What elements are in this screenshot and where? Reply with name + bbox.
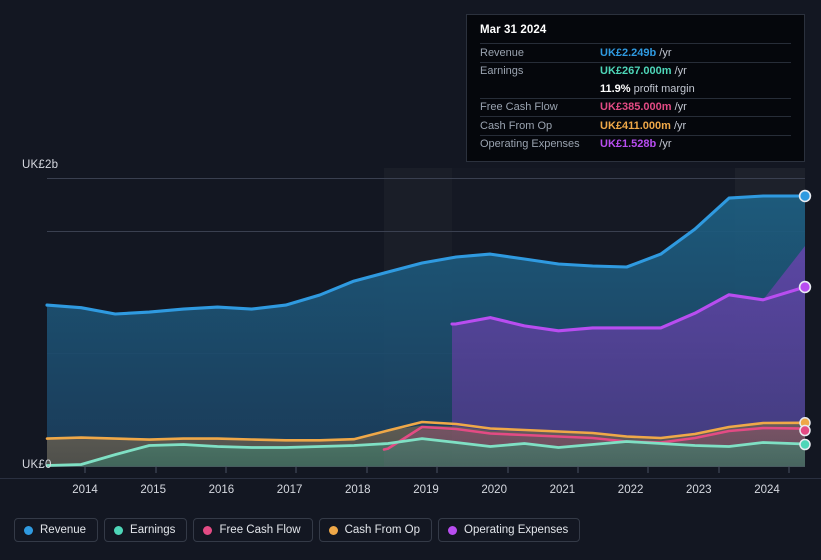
- tooltip-row: Cash From Op UK£411.000m/yr: [480, 116, 791, 135]
- tooltip-row-value: UK£267.000m/yr: [600, 65, 687, 78]
- tooltip-row-label: Free Cash Flow: [480, 101, 558, 114]
- legend-item-label: Earnings: [130, 524, 176, 536]
- x-axis-tick-2014: 2014: [72, 484, 98, 496]
- x-axis-tick-2019: 2019: [413, 484, 439, 496]
- legend-color-dot: [203, 525, 213, 535]
- tooltip-row: Earnings UK£267.000m/yr: [480, 61, 791, 81]
- tooltip-row-suffix: /yr: [659, 138, 672, 151]
- y-axis-label-bottom: UK£0: [22, 459, 52, 471]
- tooltip-row-label: Earnings: [480, 65, 524, 78]
- legend-color-dot: [448, 525, 458, 535]
- legend-item-operating-expenses[interactable]: Operating Expenses: [438, 518, 581, 542]
- legend-item-free-cash-flow[interactable]: Free Cash Flow: [193, 518, 313, 542]
- tooltip-row: Free Cash Flow UK£385.000m/yr: [480, 97, 791, 117]
- legend-item-earnings[interactable]: Earnings: [104, 518, 188, 542]
- tooltip-rows: Revenue UK£2.249b/yr Earnings UK£267.000m/y…: [480, 43, 791, 153]
- x-axis-tick-2018: 2018: [345, 484, 371, 496]
- chart-legend: Revenue Earnings Free Cash Flow Cash From O…: [14, 518, 581, 542]
- legend-item-label: Free Cash Flow: [219, 524, 301, 536]
- x-axis-tick-2023: 2023: [686, 484, 712, 496]
- legend-color-dot: [24, 525, 33, 535]
- x-axis-tick-2015: 2015: [140, 484, 166, 496]
- tooltip-row-suffix: /yr: [673, 119, 687, 132]
- x-axis-ticks: 2014 2015 2016 2017 2018 2019 2020 2021 2022 2023…: [47, 484, 805, 506]
- legend-color-dot: [114, 525, 124, 535]
- tooltip-row-suffix: /yr: [674, 65, 687, 78]
- tooltip-row-label: Cash From Op: [480, 119, 553, 132]
- x-axis-tick-2016: 2016: [208, 484, 235, 496]
- tooltip-row-value: UK£411.000m/yr: [600, 119, 687, 132]
- tooltip-row-suffix: /yr: [659, 46, 672, 59]
- x-axis-tick-2022: 2022: [617, 484, 644, 496]
- tooltip-row-suffix: profit margin: [633, 82, 695, 95]
- x-axis-tick-2017: 2017: [276, 484, 303, 496]
- tooltip-row-value: 11.9% profit margin: [600, 82, 695, 95]
- legend-item-label: Revenue: [40, 524, 87, 536]
- tooltip-row: Operating Expenses UK£1.528b/yr: [480, 134, 791, 154]
- data-tooltip: Mar 31 2024 Revenue UK£2.249b/yr Earnings U…: [466, 14, 805, 162]
- tooltip-row-suffix: /yr: [674, 101, 687, 114]
- tooltip-row-label: Operating Expenses: [480, 138, 580, 151]
- x-axis-tick-2024: 2024: [754, 484, 780, 496]
- legend-item-cash-from-op[interactable]: Cash From Op: [318, 518, 433, 542]
- y-axis-label-top: UK£2b: [22, 159, 59, 171]
- x-axis-tick-2021: 2021: [549, 484, 576, 496]
- tooltip-row-value: UK£1.528b/yr: [600, 138, 672, 151]
- tooltip-date: Mar 31 2024: [480, 24, 547, 36]
- financial-area-chart: UK£2b UK£0 2014 2015 2016 2017 2018 2019 2020 2…: [0, 0, 821, 560]
- legend-item-label: Operating Expenses: [464, 524, 569, 536]
- tooltip-row-value: UK£2.249b/yr: [600, 46, 672, 59]
- tooltip-row-value: UK£385.000m/yr: [600, 101, 687, 114]
- tooltip-row-label: Revenue: [480, 46, 525, 59]
- x-axis-tick-2020: 2020: [481, 484, 507, 496]
- legend-item-label: Cash From Op: [344, 524, 421, 536]
- legend-item-revenue[interactable]: Revenue: [14, 518, 99, 542]
- legend-color-dot: [328, 525, 338, 535]
- tooltip-row: 11.9% profit margin: [480, 80, 791, 98]
- tooltip-row: Revenue UK£2.249b/yr: [480, 43, 791, 62]
